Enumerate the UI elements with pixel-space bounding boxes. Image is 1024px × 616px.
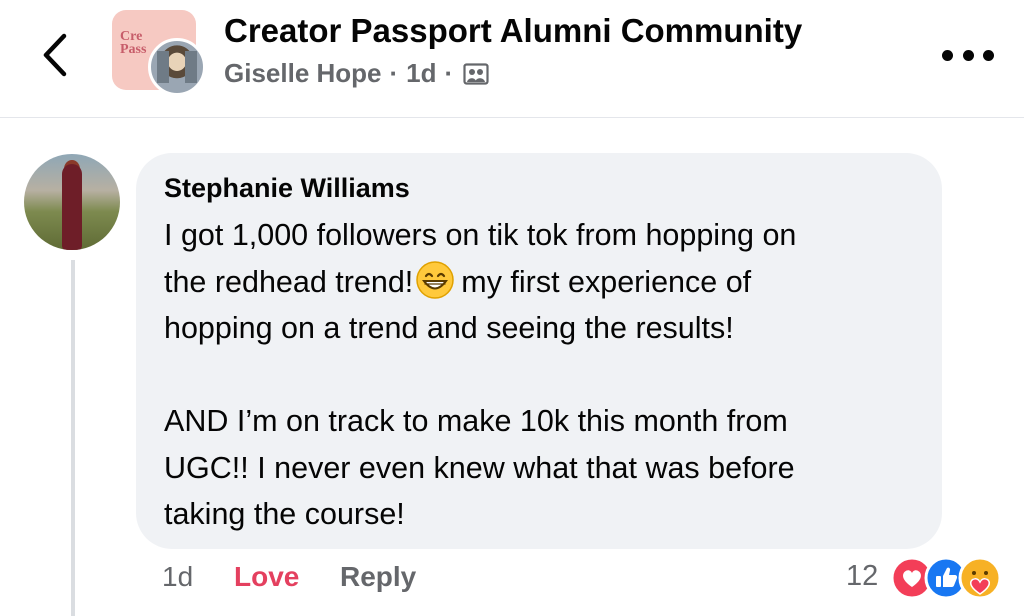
post-meta: Giselle Hope · 1d · [224, 58, 489, 89]
more-options-dot [983, 49, 994, 61]
comment-line-text: the redhead trend! [164, 264, 414, 299]
comment-line-text: my first experience of [461, 264, 752, 299]
post-header: Cre Pass Creator Passport Alumni Communi… [0, 0, 1024, 118]
commenter-name[interactable]: Stephanie Williams [164, 173, 410, 204]
post-time[interactable]: 1d [406, 58, 436, 89]
love-button[interactable]: Love [234, 561, 299, 593]
comment-line: hopping on a trend and seeing the result… [164, 311, 734, 345]
meta-separator: · [444, 58, 454, 88]
avatar-window-right [185, 51, 197, 83]
thread-line [71, 260, 75, 616]
avatar-window-left [157, 51, 169, 83]
more-options-dot [962, 49, 974, 61]
comment-text: I got 1,000 followers on tik tok from ho… [164, 212, 934, 538]
group-members-icon [463, 62, 489, 85]
reactions-summary[interactable] [890, 556, 1014, 600]
chevron-left-icon [43, 33, 67, 77]
grinning-face-emoji-icon [416, 260, 455, 299]
commenter-avatar[interactable] [24, 154, 120, 250]
comment-line: AND I’m on track to make 10k this month … [164, 404, 788, 438]
comment-line: UGC!! I never even knew what that was be… [164, 450, 795, 485]
care-reaction-icon [958, 556, 1002, 600]
avatar-person-figure [62, 164, 82, 250]
meta-separator: · [389, 58, 399, 88]
post-author-name[interactable]: Giselle Hope [224, 58, 382, 89]
comment-line: the redhead trend! my first experience o… [164, 259, 934, 306]
comment-line: taking the course! [164, 497, 405, 531]
comment-time[interactable]: 1d [162, 561, 193, 593]
comment-line: I got 1,000 followers on tik tok from ho… [164, 218, 797, 252]
group-title[interactable]: Creator Passport Alumni Community [224, 12, 802, 50]
reaction-count[interactable]: 12 [846, 560, 878, 593]
reply-button[interactable]: Reply [340, 561, 416, 593]
group-thumbnail-logo-text: Cre Pass [120, 29, 147, 57]
author-avatar[interactable] [148, 38, 206, 96]
back-button[interactable] [36, 30, 76, 80]
more-options-dot [942, 49, 953, 61]
more-options-button[interactable] [942, 40, 994, 70]
